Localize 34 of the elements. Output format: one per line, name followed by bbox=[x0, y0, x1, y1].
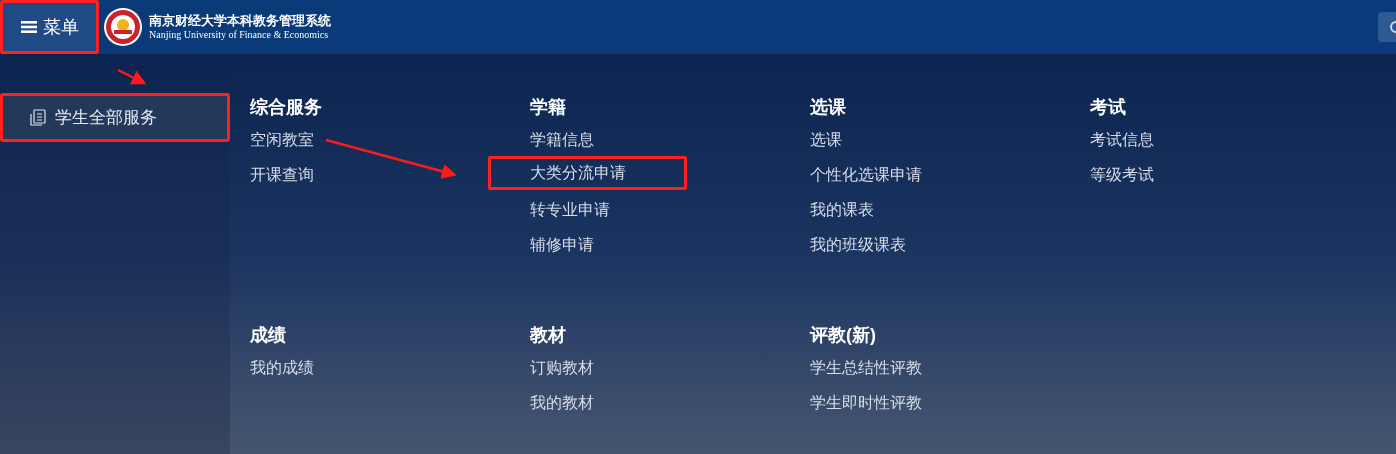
section-heading: 考试 bbox=[1090, 96, 1127, 119]
menu-link[interactable]: 选课 bbox=[810, 129, 842, 151]
menu-icon bbox=[20, 20, 37, 34]
menu-link[interactable]: 我的班级课表 bbox=[810, 234, 906, 256]
section-heading: 选课 bbox=[810, 96, 847, 119]
menu-link[interactable]: 大类分流申请 bbox=[488, 156, 687, 190]
menu-link[interactable]: 等级考试 bbox=[1090, 164, 1154, 186]
menu-link[interactable]: 个性化选课申请 bbox=[810, 164, 922, 186]
menu-link[interactable]: 我的成绩 bbox=[250, 357, 314, 379]
university-logo bbox=[103, 7, 143, 47]
search-button[interactable] bbox=[1378, 12, 1396, 42]
menu-link[interactable]: 我的教材 bbox=[530, 392, 594, 414]
section-heading: 教材 bbox=[530, 324, 567, 347]
system-title: 南京财经大学本科教务管理系统 bbox=[149, 12, 331, 29]
menu-link[interactable]: 订购教材 bbox=[530, 357, 594, 379]
system-subtitle: Nanjing University of Finance & Economics bbox=[149, 28, 330, 42]
document-icon bbox=[29, 108, 47, 127]
menu-link[interactable]: 学籍信息 bbox=[530, 129, 594, 151]
arrow bbox=[117, 68, 147, 85]
menu-button[interactable]: 菜单 bbox=[0, 0, 99, 54]
section-heading: 综合服务 bbox=[250, 96, 323, 119]
menu-link[interactable]: 学生即时性评教 bbox=[810, 392, 922, 414]
menu-link[interactable]: 空闲教室 bbox=[250, 129, 314, 151]
sidebar-item[interactable]: 学生全部服务 bbox=[0, 93, 230, 142]
menu-link[interactable]: 辅修申请 bbox=[530, 234, 594, 256]
section-heading: 学籍 bbox=[530, 96, 567, 119]
menu-link[interactable]: 转专业申请 bbox=[530, 199, 610, 221]
menu-link[interactable]: 开课查询 bbox=[250, 164, 314, 186]
menu-link[interactable]: 考试信息 bbox=[1090, 129, 1154, 151]
section-heading: 评教(新) bbox=[810, 324, 877, 347]
section-heading: 成绩 bbox=[250, 324, 287, 347]
menu-link[interactable]: 学生总结性评教 bbox=[810, 357, 922, 379]
search-icon bbox=[1388, 20, 1396, 34]
menu-link[interactable]: 我的课表 bbox=[810, 199, 874, 221]
